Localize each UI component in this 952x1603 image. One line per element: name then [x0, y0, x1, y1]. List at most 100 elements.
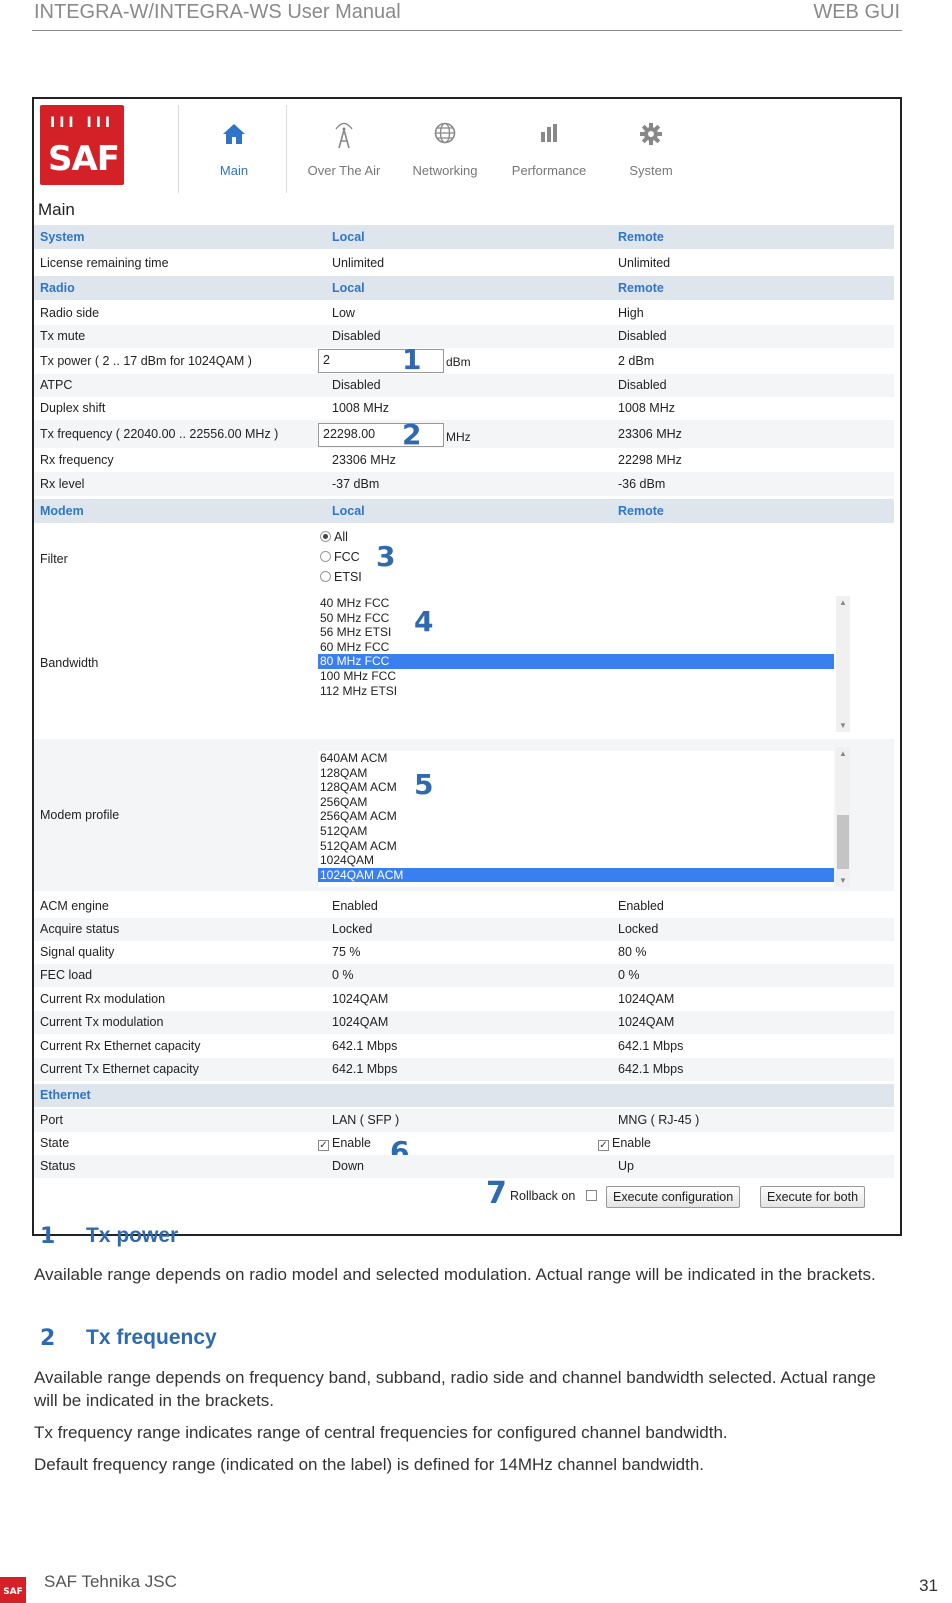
- company-name: SAF Tehnika JSC: [44, 1572, 177, 1591]
- scroll-down-icon[interactable]: ▼: [836, 721, 850, 730]
- row-label: ATPC: [40, 378, 73, 392]
- logo-text: SAF: [48, 139, 120, 179]
- row-remote-value: 2 dBm: [618, 354, 655, 368]
- row-local-value: 642.1 Mbps: [332, 1062, 398, 1076]
- list-option[interactable]: 40 MHz FCC: [318, 596, 834, 611]
- list-option-selected[interactable]: 80 MHz FCC: [318, 654, 834, 669]
- row-label: Rx level: [40, 477, 85, 491]
- filter-radio-fcc[interactable]: FCC: [320, 550, 360, 564]
- row-label: FEC load: [40, 968, 93, 982]
- row-label: Current Rx modulation: [40, 992, 166, 1006]
- row-label: Acquire status: [40, 922, 120, 936]
- row-remote-value: 1024QAM: [618, 1015, 675, 1029]
- row-local-value: Unlimited: [332, 256, 385, 270]
- navbar: III III SAF Main Over The Air Networking: [34, 99, 900, 197]
- list-option[interactable]: 60 MHz FCC: [318, 640, 834, 655]
- modem-profile-listbox[interactable]: 640AM ACM 128QAM 128QAM ACM 256QAM 256QA…: [318, 751, 834, 887]
- row-local-value: LAN ( SFP ): [332, 1113, 400, 1127]
- row-remote-value: Locked: [618, 922, 659, 936]
- row-label: Rx frequency: [40, 453, 114, 467]
- list-option[interactable]: 256QAM: [318, 795, 834, 810]
- row-current-tx-capacity: Current Tx Ethernet capacity 642.1 Mbps …: [34, 1058, 894, 1081]
- scroll-up-icon[interactable]: ▲: [836, 598, 850, 607]
- modem-profile-scrollbar[interactable]: ▲ ▼: [836, 747, 850, 887]
- list-option[interactable]: 512QAM ACM: [318, 839, 834, 854]
- row-local-value: 75 %: [332, 945, 361, 959]
- globe-icon: [396, 121, 494, 147]
- state-local-checkbox[interactable]: ✓ Enable: [318, 1132, 371, 1155]
- saf-logo[interactable]: III III SAF: [40, 105, 124, 185]
- row-remote-value: 0 %: [618, 968, 640, 982]
- row-remote-value: MNG ( RJ-45 ): [618, 1113, 700, 1127]
- radio-dot: [320, 551, 331, 562]
- home-icon: [194, 121, 274, 147]
- callout-badge: 4: [414, 605, 434, 638]
- callout-badge: 3: [376, 540, 396, 573]
- row-local-value: 642.1 Mbps: [332, 1039, 398, 1053]
- tab-system[interactable]: System: [606, 99, 696, 197]
- filter-radio-all[interactable]: All: [320, 530, 348, 544]
- list-option[interactable]: 100 MHz FCC: [318, 669, 834, 684]
- radio-label: All: [334, 530, 348, 544]
- row-filter: Filter: [34, 526, 894, 592]
- row-atpc: ATPC Disabled Disabled: [34, 374, 894, 397]
- tab-over-the-air[interactable]: Over The Air: [294, 99, 394, 197]
- row-label: License remaining time: [40, 256, 169, 270]
- tx-power-input[interactable]: 2: [318, 349, 444, 373]
- row-duplex-shift: Duplex shift 1008 MHz 1008 MHz: [34, 397, 894, 420]
- list-option[interactable]: 1024QAM: [318, 853, 834, 868]
- list-option[interactable]: 512QAM: [318, 824, 834, 839]
- col-name: System: [40, 230, 85, 244]
- tab-main[interactable]: Main: [194, 99, 274, 197]
- tab-networking-label: Networking: [412, 163, 478, 178]
- row-label: Current Tx modulation: [40, 1015, 164, 1029]
- row-label: Current Tx Ethernet capacity: [40, 1062, 199, 1076]
- execute-configuration-button[interactable]: Execute configuration: [606, 1186, 741, 1208]
- bar-chart-icon: [498, 121, 600, 147]
- callout-badge: 1: [402, 343, 422, 376]
- list-option[interactable]: 56 MHz ETSI: [318, 625, 834, 640]
- state-remote-checkbox[interactable]: ✓ Enable: [598, 1132, 651, 1155]
- row-label: Port: [40, 1113, 63, 1127]
- row-label: Signal quality: [40, 945, 115, 959]
- row-label: Duplex shift: [40, 401, 106, 415]
- list-option[interactable]: 128QAM ACM: [318, 780, 834, 795]
- item-title-tx-frequency: Tx frequency: [86, 1326, 217, 1349]
- bandwidth-listbox[interactable]: 40 MHz FCC 50 MHz FCC 56 MHz ETSI 60 MHz…: [318, 596, 834, 732]
- row-remote-value: Disabled: [618, 378, 667, 392]
- col-local: Local: [332, 281, 365, 295]
- list-option[interactable]: 112 MHz ETSI: [318, 684, 834, 699]
- list-option-selected[interactable]: 1024QAM ACM: [318, 867, 834, 883]
- nav-divider: [178, 105, 179, 193]
- callout-badge: 5: [414, 768, 434, 801]
- row-current-rx-modulation: Current Rx modulation 1024QAM 1024QAM: [34, 987, 894, 1011]
- item-text: Default frequency range (indicated on th…: [34, 1455, 705, 1474]
- row-label: Modem profile: [40, 808, 120, 822]
- item-text: Available range depends on frequency ban…: [34, 1368, 876, 1410]
- row-remote-value: -36 dBm: [618, 477, 666, 491]
- bandwidth-scrollbar[interactable]: ▲ ▼: [836, 596, 850, 732]
- radio-label: FCC: [334, 550, 360, 564]
- tx-frequency-input[interactable]: 22298.00: [318, 423, 444, 447]
- tab-main-label: Main: [219, 163, 249, 178]
- scroll-up-icon[interactable]: ▲: [836, 749, 850, 758]
- checkbox-label: Enable: [332, 1136, 371, 1150]
- row-remote-value: 80 %: [618, 945, 647, 959]
- row-label: Tx mute: [40, 329, 86, 343]
- tab-performance[interactable]: Performance: [498, 99, 600, 197]
- col-local: Local: [332, 504, 365, 518]
- tab-networking[interactable]: Networking: [396, 99, 494, 197]
- scrollbar-thumb[interactable]: [837, 815, 849, 869]
- col-remote: Remote: [618, 230, 664, 244]
- list-option[interactable]: 640AM ACM: [318, 751, 834, 766]
- execute-for-both-button[interactable]: Execute for both: [760, 1186, 866, 1208]
- rollback-checkbox[interactable]: [586, 1190, 597, 1201]
- row-remote-value: Up: [618, 1159, 634, 1173]
- list-option[interactable]: 128QAM: [318, 766, 834, 781]
- list-option[interactable]: 50 MHz FCC: [318, 611, 834, 626]
- row-tx-mute: Tx mute Disabled Disabled: [34, 325, 894, 348]
- filter-radio-etsi[interactable]: ETSI: [320, 570, 362, 584]
- list-option[interactable]: 256QAM ACM: [318, 809, 834, 824]
- scroll-down-icon[interactable]: ▼: [836, 876, 850, 885]
- row-status: Status Down Up: [34, 1155, 894, 1178]
